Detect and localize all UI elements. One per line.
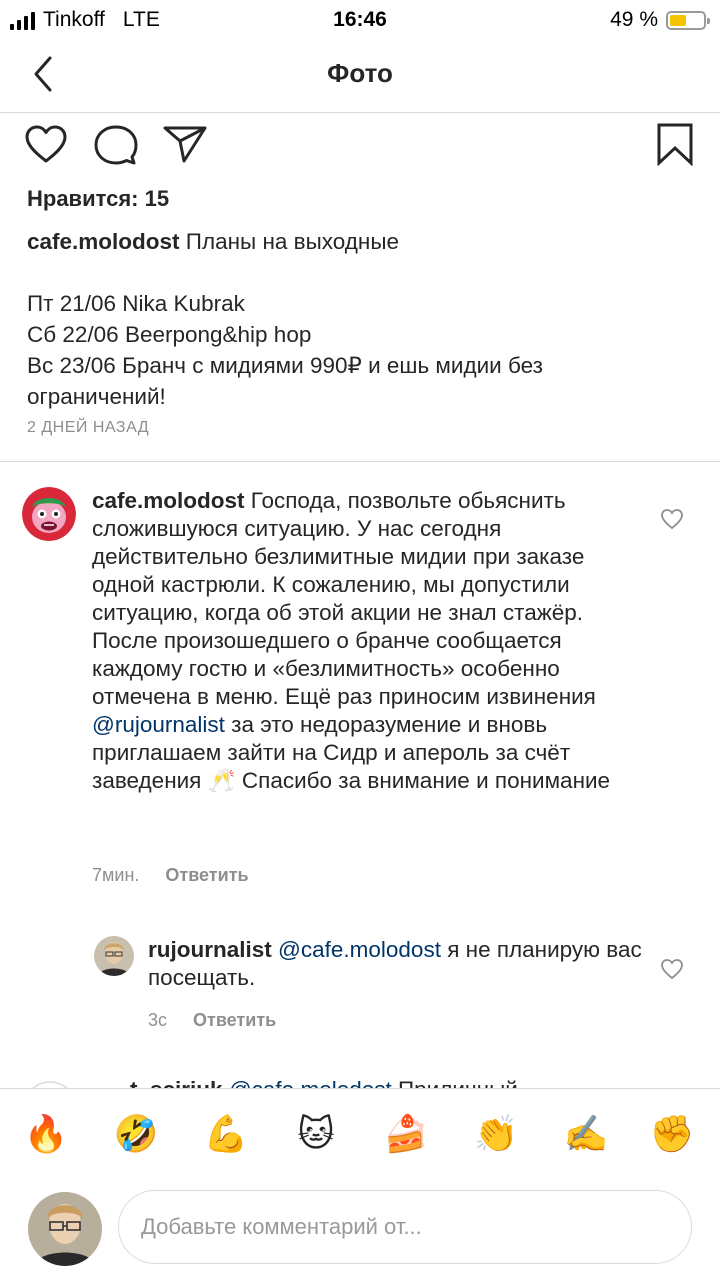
comment-bubble-icon (94, 125, 138, 165)
schedule-line: Сб 22/06 Beerpong&hip hop (27, 322, 312, 347)
caption-title: Планы на выходные (185, 229, 400, 254)
user-photo-avatar-icon (94, 936, 134, 976)
page-title: Фото (327, 58, 393, 88)
mention-link: @cafe.molodost (229, 1077, 392, 1088)
rofl-emoji-button[interactable]: 🤣 (112, 1111, 160, 1159)
cat-emoji-button[interactable]: 🐱 (292, 1111, 340, 1159)
comment-username[interactable]: cafe.molodost (92, 488, 245, 513)
comment-input[interactable] (118, 1190, 692, 1264)
comment-composer (0, 1182, 720, 1280)
heart-icon (661, 509, 683, 530)
battery-percent: 49 % (610, 8, 658, 31)
comment-body: rujournalist @cafe.molodost я не планиру… (148, 936, 648, 992)
writing-hand-emoji-button[interactable]: ✍️ (562, 1111, 610, 1159)
cake-emoji-button[interactable]: 🍰 (382, 1111, 430, 1159)
heart-icon (661, 959, 683, 980)
save-button[interactable] (656, 122, 694, 171)
comment-like-button[interactable] (660, 508, 684, 530)
reply-button[interactable]: Ответить (165, 865, 248, 885)
quick-emoji-bar: 🔥 🤣 💪 🐱 🍰 👏 ✍️ ✊ (0, 1088, 720, 1183)
comment-body: cafe.molodost Господа, позвольте обьясни… (92, 487, 647, 795)
likes-count[interactable]: Нравится: 15 (27, 186, 169, 212)
comment-button[interactable] (94, 124, 138, 171)
battery-icon (666, 10, 710, 30)
avatar[interactable] (22, 487, 76, 541)
comment-text: Приличный (392, 1077, 518, 1088)
comment-meta: 7мин. Ответить (92, 865, 249, 886)
comment-meta: 3с Ответить (148, 1010, 276, 1031)
post-caption: cafe.molodost Планы на выходные Пт 21/06… (27, 226, 677, 412)
mention-link[interactable]: @rujournalist (92, 712, 225, 737)
muscle-emoji-button[interactable]: 💪 (202, 1111, 250, 1159)
heart-icon (25, 125, 67, 163)
fire-emoji-button[interactable]: 🔥 (22, 1111, 70, 1159)
comment-text: Господа, позвольте обьяснить сложившуюся… (92, 488, 596, 709)
comment-username[interactable]: rujournalist (148, 937, 272, 962)
reply-button[interactable]: Ответить (193, 1010, 276, 1030)
schedule-line: Вс 23/06 Бранч с мидиями 990₽ и ешь миди… (27, 353, 543, 409)
partial-comment: t_sciriuk @cafe.molodost Приличный (20, 1072, 700, 1088)
user-photo-avatar-icon (28, 1192, 102, 1266)
paper-plane-icon (163, 126, 207, 163)
mention-link[interactable]: @cafe.molodost (278, 937, 441, 962)
like-button[interactable] (24, 124, 68, 169)
schedule-line: Пт 21/06 Nika Kubrak (27, 291, 245, 316)
bookmark-icon (657, 123, 693, 167)
comment-like-button[interactable] (660, 958, 684, 980)
cafe-logo-avatar-icon (22, 487, 76, 541)
comment-time: 7мин. (92, 865, 140, 885)
nav-bar: Фото (0, 40, 720, 113)
avatar (28, 1192, 102, 1266)
divider (0, 461, 720, 462)
post-timestamp: 2 ДНЕЙ НАЗАД (27, 419, 150, 436)
comment-time: 3с (148, 1010, 168, 1030)
caption-username[interactable]: cafe.molodost (27, 229, 180, 254)
clap-emoji-button[interactable]: 👏 (472, 1111, 520, 1159)
comment-username: t_sciriuk (130, 1077, 223, 1088)
fist-emoji-button[interactable]: ✊ (648, 1111, 696, 1159)
share-button[interactable] (162, 124, 208, 169)
avatar[interactable] (94, 936, 134, 976)
status-bar: Tinkoff LTE 16:46 49 % (0, 0, 720, 40)
avatar-icon (32, 1081, 68, 1088)
